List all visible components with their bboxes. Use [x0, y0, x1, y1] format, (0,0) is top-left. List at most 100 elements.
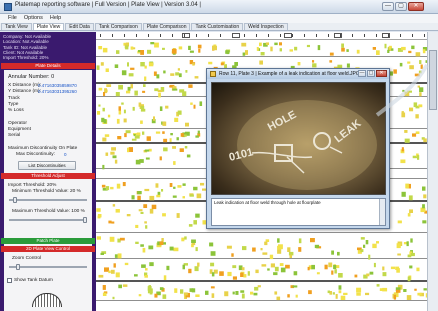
tab-tank-customisation[interactable]: Tank Customisation [191, 23, 244, 30]
corrosion-spot [335, 294, 338, 299]
corrosion-spot [395, 266, 400, 270]
max-threshold-thumb[interactable] [83, 217, 87, 223]
corrosion-spot [340, 295, 346, 300]
corrosion-spot [121, 70, 127, 76]
corrosion-spot [142, 247, 146, 253]
corrosion-spot [113, 263, 116, 268]
corrosion-spot [338, 273, 343, 278]
corrosion-spot [159, 241, 164, 245]
corrosion-spot [111, 147, 116, 151]
corrosion-spot [285, 264, 290, 269]
corrosion-spot [197, 44, 202, 49]
corrosion-spot [338, 290, 342, 294]
corrosion-spot [401, 191, 406, 197]
patch-plate-button[interactable]: Patch Plate [1, 238, 95, 244]
corrosion-spot [334, 269, 337, 274]
corrosion-spot [102, 47, 108, 53]
corrosion-spot [292, 285, 298, 288]
corrosion-spot [193, 220, 197, 225]
corrosion-spot [210, 286, 215, 289]
corrosion-spot [195, 294, 200, 297]
corrosion-spot [406, 295, 412, 300]
corrosion-spot [417, 292, 422, 296]
corrosion-spot [346, 49, 349, 52]
show-tank-datum-checkbox[interactable] [7, 278, 12, 283]
corrosion-spot [102, 107, 105, 112]
corrosion-spot [135, 224, 139, 228]
corrosion-spot [265, 42, 269, 45]
tab-tank-comparison[interactable]: Tank Comparison [94, 23, 142, 30]
image-viewer-window: Row 11, Plate 3 | Example of a leak indi… [206, 68, 390, 229]
corrosion-spot [153, 71, 157, 76]
corrosion-spot [254, 286, 259, 291]
image-viewer-titlebar[interactable]: Row 11, Plate 3 | Example of a leak indi… [207, 69, 389, 79]
corrosion-spot [96, 65, 100, 70]
corrosion-spot [226, 245, 232, 249]
list-discontinuities-button[interactable]: List Discontinuities [18, 161, 76, 170]
corrosion-spot [341, 47, 345, 52]
tab-edit-data[interactable]: Edit Data [65, 23, 94, 30]
corrosion-spot [415, 52, 421, 57]
corrosion-spot [274, 42, 278, 46]
corrosion-spot [155, 183, 159, 188]
corrosion-spot [422, 204, 425, 209]
corrosion-spot [114, 159, 118, 164]
corrosion-spot [389, 45, 392, 49]
zoom-slider[interactable] [9, 264, 87, 270]
corrosion-spot [100, 62, 104, 66]
min-threshold-label: Minimum Threshold Value: 20 % [12, 189, 81, 194]
corrosion-spot [260, 52, 265, 56]
corrosion-spot [270, 46, 273, 52]
tab-weld-inspection[interactable]: Weld Inspection [244, 23, 288, 30]
corrosion-spot [174, 117, 179, 122]
close-icon[interactable]: ✕ [408, 2, 424, 11]
max-threshold-slider[interactable] [9, 217, 87, 223]
corrosion-spot [184, 146, 188, 149]
menu-options[interactable]: Options [24, 14, 43, 23]
corrosion-spot [170, 73, 175, 76]
corrosion-spot [112, 155, 117, 159]
corrosion-spot [126, 214, 131, 217]
corrosion-spot [243, 274, 247, 278]
status-panel: Company: Not Available Location: Not Ava… [1, 33, 95, 63]
caption-scrollbar[interactable] [379, 199, 385, 225]
corrosion-spot [158, 92, 161, 98]
corrosion-spot [262, 252, 268, 255]
corrosion-spot [409, 265, 413, 269]
corrosion-spot [308, 290, 312, 295]
corrosion-spot [122, 284, 128, 287]
corrosion-spot [240, 272, 244, 277]
tab-plate-view[interactable]: Plate View [32, 23, 65, 30]
corrosion-spot [414, 288, 417, 291]
tab-plate-comparison[interactable]: Plate Comparison [142, 23, 191, 30]
corrosion-spot [120, 237, 125, 241]
zoom-thumb[interactable] [16, 264, 20, 270]
corrosion-spot [253, 292, 258, 296]
corrosion-spot [149, 208, 154, 214]
corrosion-spot [148, 62, 154, 67]
menu-help[interactable]: Help [50, 14, 61, 23]
min-threshold-thumb[interactable] [13, 197, 17, 203]
image-caption-box[interactable]: Leak indication at floor weld through ho… [211, 198, 386, 226]
corrosion-spot [276, 296, 281, 301]
corrosion-spot [188, 224, 193, 227]
tab-tank-view[interactable]: Tank View [1, 23, 32, 30]
menu-file[interactable]: File [8, 14, 17, 23]
corrosion-spot [163, 147, 168, 152]
maximize-icon[interactable]: ▢ [395, 2, 407, 11]
corrosion-spot [117, 253, 122, 259]
corrosion-spot [123, 118, 127, 123]
corrosion-spot [127, 86, 131, 91]
corrosion-spot [250, 291, 254, 295]
corrosion-spot [337, 251, 340, 256]
corrosion-spot [102, 292, 107, 296]
corrosion-spot [96, 208, 101, 212]
corrosion-spot [252, 247, 256, 252]
min-threshold-slider[interactable] [9, 197, 87, 203]
minimize-icon[interactable]: — [358, 70, 366, 77]
corrosion-spot [171, 48, 177, 54]
corrosion-spot [178, 46, 183, 50]
corrosion-spot [232, 265, 237, 269]
minimize-icon[interactable]: — [382, 2, 394, 11]
corrosion-spot [103, 119, 107, 124]
